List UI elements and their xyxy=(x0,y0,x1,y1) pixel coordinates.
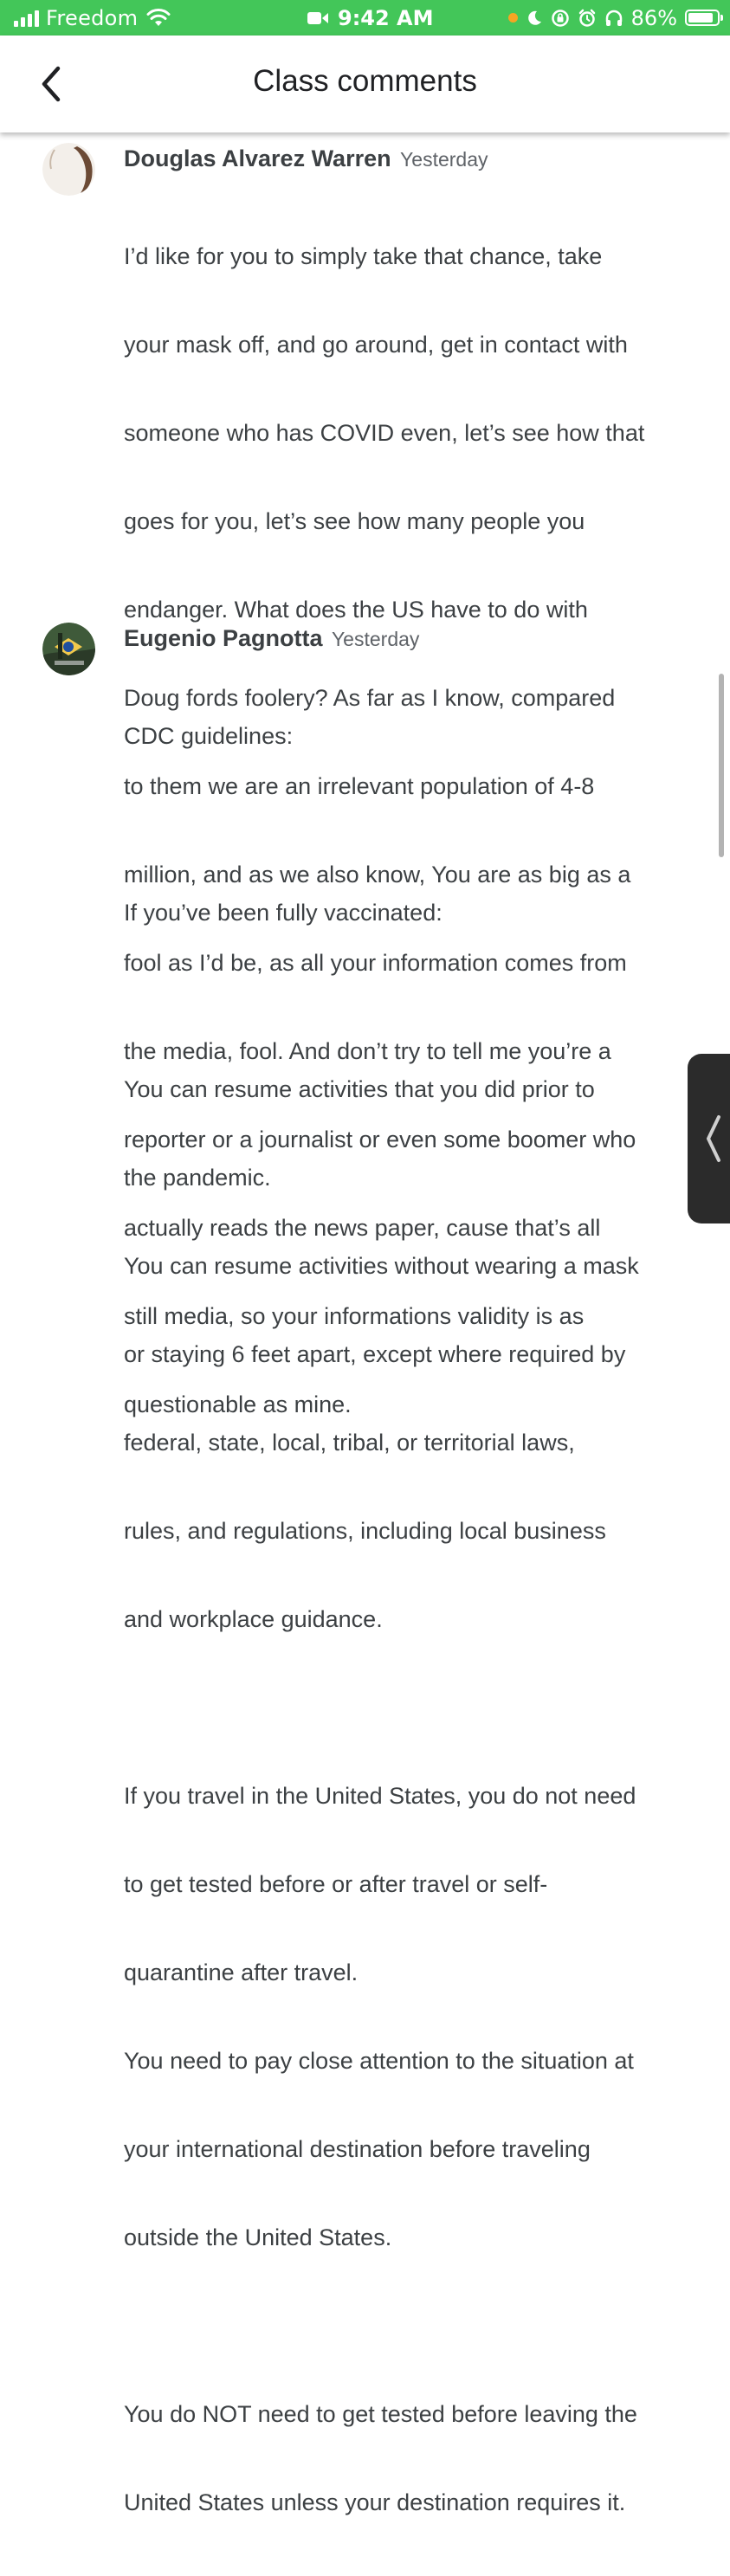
battery-percentage: 86% xyxy=(630,5,677,30)
moon-icon xyxy=(527,10,541,25)
video-camera-icon xyxy=(307,11,328,24)
app-bar: Class comments xyxy=(0,36,730,132)
mic-in-use-indicator xyxy=(507,13,518,23)
cellular-signal-icon xyxy=(14,10,39,27)
comment-line: quarantine after travel. xyxy=(124,1959,359,1985)
comment-line: I’d like for you to simply take that cha… xyxy=(124,243,603,269)
chevron-left-icon xyxy=(707,1115,720,1162)
comment-line: goes for you, let’s see how many people … xyxy=(124,508,585,534)
status-time: 9:42 AM xyxy=(338,5,434,30)
comment-line: to get tested before or after travel or … xyxy=(124,1871,548,1897)
comment-timestamp: Yesterday xyxy=(400,148,488,171)
comment-line: You can resume activities without wearin… xyxy=(124,1253,639,1279)
comment-header: Douglas Alvarez Warren Yesterday xyxy=(124,145,488,172)
comment-line: endanger. What does the US have to do wi… xyxy=(124,597,588,623)
comment-line: or staying 6 feet apart, except where re… xyxy=(124,1341,626,1367)
status-right: 86% xyxy=(507,0,723,36)
status-center: 9:42 AM xyxy=(307,0,434,36)
status-bar: Freedom 9:42 AM 86% xyxy=(0,0,730,36)
headphones-icon xyxy=(605,10,622,26)
comment-line xyxy=(124,1693,695,1722)
comment-timestamp: Yesterday xyxy=(331,628,420,650)
comment-line: If you travel in the United States, you … xyxy=(124,1783,636,1809)
comment-line xyxy=(124,986,695,1016)
rotation-lock-icon xyxy=(551,9,569,27)
comment-line: CDC guidelines: xyxy=(124,723,294,749)
comment-line: You can resume activities that you did p… xyxy=(124,1076,595,1102)
comment-line: someone who has COVID even, let’s see ho… xyxy=(124,420,645,446)
page-title: Class comments xyxy=(253,64,477,98)
carrier-name: Freedom xyxy=(46,5,139,30)
comment-header: Eugenio Pagnotta Yesterday xyxy=(124,625,419,652)
comment-line: You need to pay close attention to the s… xyxy=(124,2048,634,2074)
comment-line: the pandemic. xyxy=(124,1165,271,1191)
comment-author[interactable]: Douglas Alvarez Warren xyxy=(124,145,391,171)
comment-line: If you’ve been fully vaccinated: xyxy=(124,900,443,926)
comment-line: You do NOT need to get tested before lea… xyxy=(124,2401,637,2427)
comment-line xyxy=(124,810,695,839)
comment-line: and workplace guidance. xyxy=(124,1606,383,1632)
comment-author[interactable]: Eugenio Pagnotta xyxy=(124,625,323,651)
comment-line: your international destination before tr… xyxy=(124,2136,591,2162)
side-panel-handle[interactable] xyxy=(688,1054,730,1223)
battery-icon xyxy=(685,10,723,26)
comment-line: rules, and regulations, including local … xyxy=(124,1518,606,1544)
comment-line xyxy=(124,2311,695,2340)
comment-line: outside the United States. xyxy=(124,2224,392,2250)
alarm-icon xyxy=(578,9,595,27)
wifi-icon xyxy=(146,8,171,26)
comment-line: your mask off, and go around, get in con… xyxy=(124,332,628,358)
comment-line: federal, state, local, tribal, or territ… xyxy=(124,1430,575,1456)
user-avatar[interactable] xyxy=(42,143,95,196)
comment-line: United States unless your destination re… xyxy=(124,2489,626,2515)
comment-body: CDC guidelines: If you’ve been fully vac… xyxy=(124,662,695,2576)
status-left: Freedom xyxy=(14,0,171,36)
user-avatar[interactable] xyxy=(42,623,95,675)
scrollbar[interactable] xyxy=(719,674,724,857)
battery-level-fill xyxy=(688,13,713,23)
